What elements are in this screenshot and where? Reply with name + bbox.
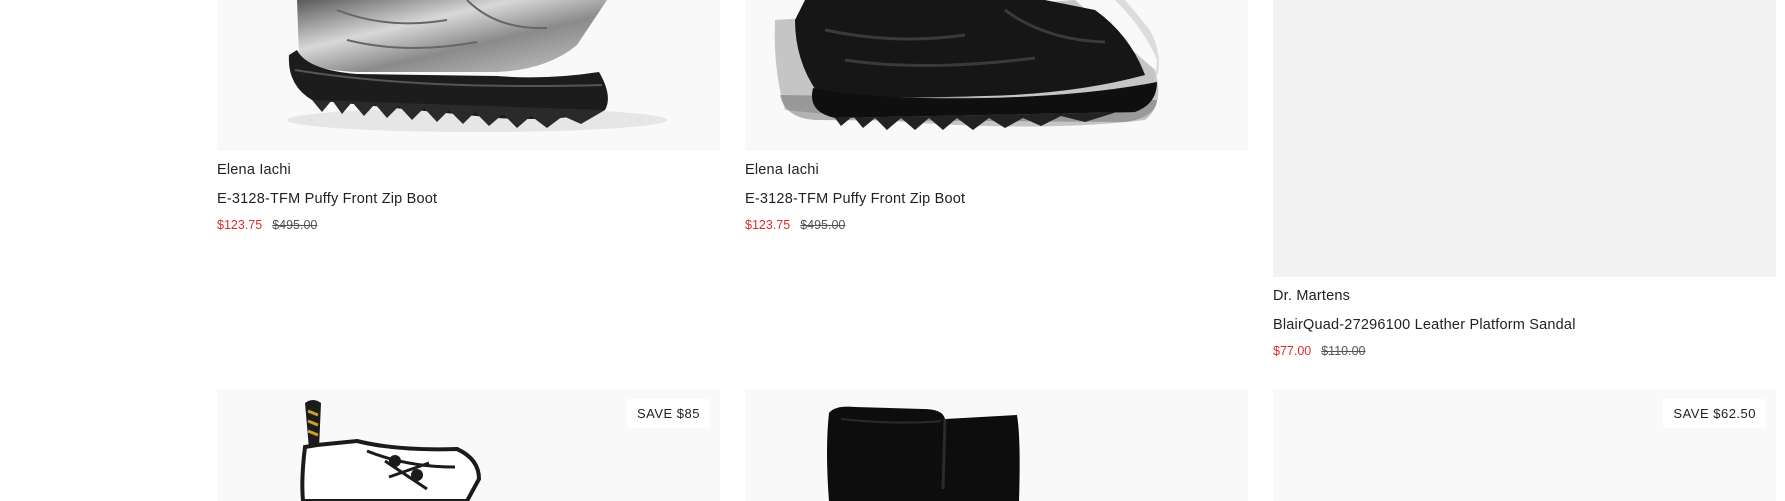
- black-puffy-boot-image: [774, 0, 1159, 130]
- product-brand[interactable]: Dr. Martens: [1273, 288, 1350, 304]
- product-image[interactable]: [217, 0, 720, 151]
- product-image[interactable]: SAVE $85: [217, 389, 720, 501]
- image-placeholder: [1273, 0, 1776, 277]
- black-suede-boot-image: [827, 406, 1020, 501]
- save-badge: SAVE $62.50: [1663, 399, 1766, 428]
- product-title[interactable]: E-3128-TFM Puffy Front Zip Boot: [217, 191, 437, 207]
- product-image[interactable]: [745, 389, 1248, 501]
- sale-price: $77.00: [1273, 344, 1312, 358]
- original-price: $110.00: [1321, 344, 1366, 358]
- original-price: $495.00: [800, 218, 846, 232]
- product-image[interactable]: SAVE $62.50: [1273, 389, 1776, 501]
- save-badge: SAVE $85: [626, 399, 710, 428]
- product-image[interactable]: [1273, 0, 1776, 277]
- product-brand[interactable]: Elena Iachi: [217, 162, 291, 178]
- sale-price: $123.75: [217, 218, 263, 232]
- product-prices: $77.00 $110.00: [1273, 344, 1366, 358]
- product-brand[interactable]: Elena Iachi: [745, 162, 819, 178]
- silver-puffy-boot-image: [287, 0, 667, 132]
- product-title[interactable]: E-3128-TFM Puffy Front Zip Boot: [745, 191, 965, 207]
- product-prices: $123.75 $495.00: [745, 218, 845, 232]
- product-image[interactable]: [745, 0, 1248, 151]
- sale-price: $123.75: [745, 218, 791, 232]
- product-prices: $123.75 $495.00: [217, 218, 317, 232]
- original-price: $495.00: [272, 218, 318, 232]
- product-title[interactable]: BlairQuad-27296100 Leather Platform Sand…: [1273, 317, 1576, 333]
